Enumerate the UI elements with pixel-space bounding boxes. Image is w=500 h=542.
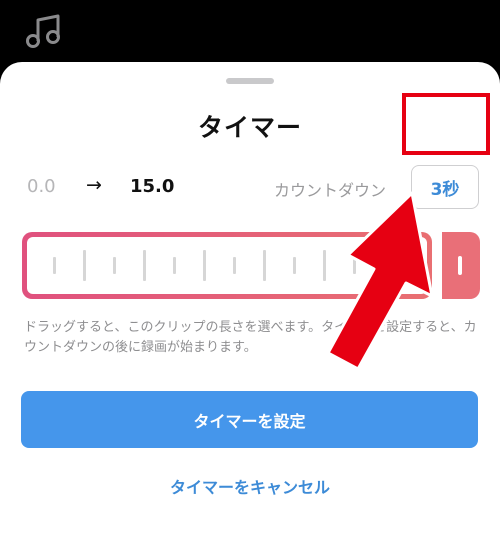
track-tick bbox=[173, 257, 176, 274]
track-tick bbox=[293, 257, 296, 274]
track-tick bbox=[143, 250, 146, 281]
status-area bbox=[0, 0, 500, 62]
annotation-arrow-icon bbox=[326, 191, 434, 371]
clip-end-handle[interactable] bbox=[442, 232, 480, 299]
music-note-icon[interactable] bbox=[24, 12, 64, 52]
annotation-highlight-box bbox=[402, 93, 490, 155]
handle-grip bbox=[458, 256, 462, 275]
track-tick bbox=[263, 250, 266, 281]
cancel-timer-link[interactable]: タイマーをキャンセル bbox=[0, 474, 500, 498]
range-start-value: 0.0 bbox=[27, 176, 56, 197]
arrow-right-icon: → bbox=[86, 174, 102, 196]
track-tick bbox=[233, 257, 236, 274]
track-tick bbox=[53, 257, 56, 274]
track-tick bbox=[83, 250, 86, 281]
track-tick bbox=[113, 257, 116, 274]
sheet-grabber[interactable] bbox=[226, 78, 274, 84]
set-timer-button[interactable]: タイマーを設定 bbox=[21, 391, 478, 448]
range-end-value: 15.0 bbox=[130, 176, 175, 197]
track-tick bbox=[203, 250, 206, 281]
